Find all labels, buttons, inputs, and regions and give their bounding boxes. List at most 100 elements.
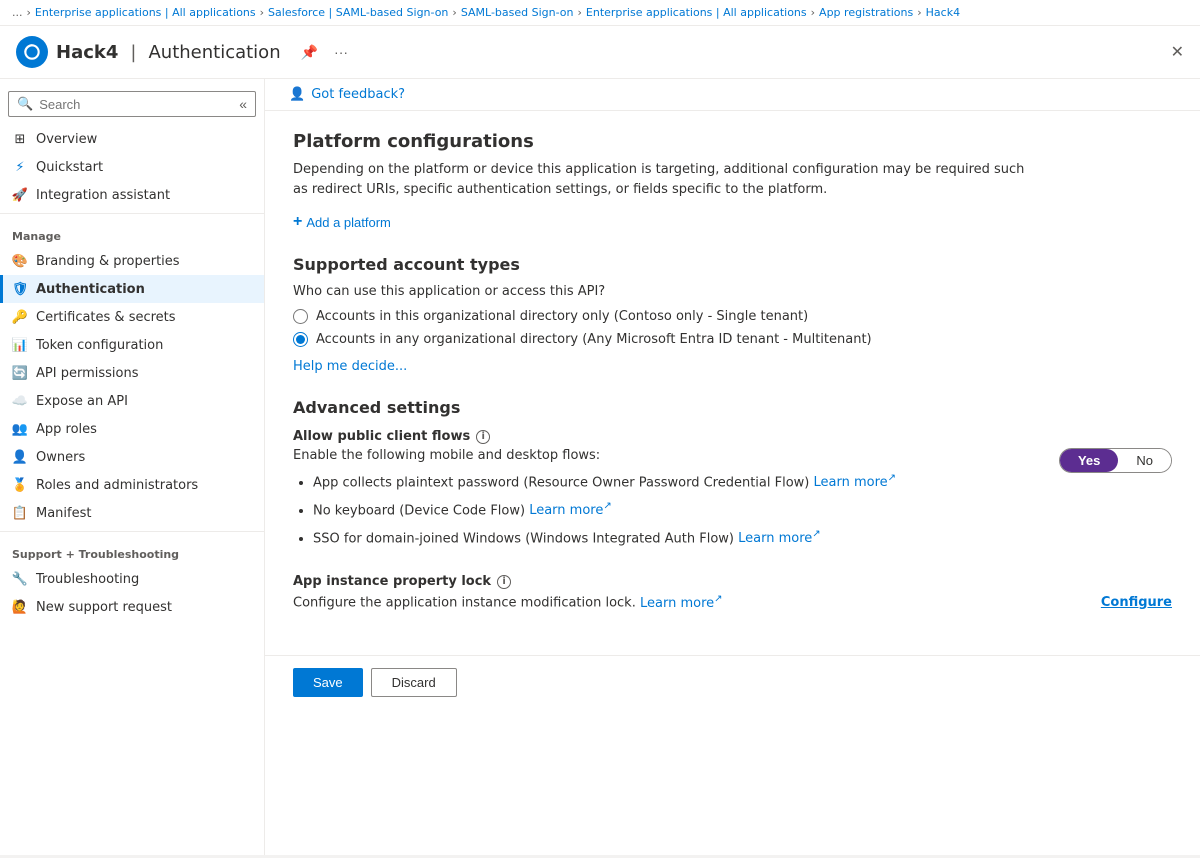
sidebar-item-expose-api[interactable]: ☁️ Expose an API [0,387,264,415]
sidebar-item-label: API permissions [36,366,138,381]
radio-multi-input[interactable] [293,332,308,347]
more-button[interactable]: ··· [330,42,352,63]
sidebar-item-label: Authentication [36,282,145,297]
advanced-settings-title: Advanced settings [293,398,1172,417]
sidebar-item-integration[interactable]: 🚀 Integration assistant [0,181,264,209]
platform-configurations-title: Platform configurations [293,131,1172,152]
lock-info-icon[interactable]: i [497,575,511,589]
bullet-item-2: No keyboard (Device Code Flow) Learn mor… [313,499,896,521]
external-icon-2: ↗ [603,501,611,512]
sidebar-item-branding[interactable]: 🎨 Branding & properties [0,247,264,275]
header-icons: 📌 ··· [297,42,352,63]
bullet-item-3: SSO for domain-joined Windows (Windows I… [313,527,896,549]
radio-multi-tenant[interactable]: Accounts in any organizational directory… [293,332,1172,347]
breadcrumb: ... › Enterprise applications | All appl… [0,0,1200,26]
pin-button[interactable]: 📌 [297,42,322,63]
public-flows-toggle: Yes No [1059,448,1172,473]
bullet-item-1: App collects plaintext password (Resourc… [313,471,896,493]
learn-more-link-2[interactable]: Learn more↗ [529,503,612,518]
feedback-bar[interactable]: 👤 Got feedback? [265,79,1200,111]
breadcrumb-item-4[interactable]: Enterprise applications | All applicatio… [586,6,807,19]
search-box: 🔍 « [8,91,256,117]
lock-external-icon: ↗ [714,593,722,604]
sidebar-item-certificates[interactable]: 🔑 Certificates & secrets [0,303,264,331]
breadcrumb-item-6[interactable]: Hack4 [926,6,960,19]
sidebar-divider-1 [0,213,264,214]
key-icon: 🔑 [12,309,28,325]
public-flows-info-icon[interactable]: i [476,430,490,444]
account-types-question: Who can use this application or access t… [293,284,1172,299]
brush-icon: 🎨 [12,253,28,269]
sidebar-item-api-permissions[interactable]: 🔄 API permissions [0,359,264,387]
breadcrumb-dots[interactable]: ... [12,6,23,19]
search-input[interactable] [39,97,233,112]
person-icon: 👤 [12,449,28,465]
support-section-label: Support + Troubleshooting [0,536,264,565]
configure-link[interactable]: Configure [1101,595,1172,610]
api-icon: 🔄 [12,365,28,381]
learn-more-link-3[interactable]: Learn more↗ [738,531,821,546]
sidebar-item-label: Integration assistant [36,188,170,203]
public-flows-list: App collects plaintext password (Resourc… [293,471,896,548]
sidebar-item-label: Token configuration [36,338,163,353]
app-instance-lock-label: App instance property lock i [293,574,1172,589]
radio-single-label: Accounts in this organizational director… [316,309,808,324]
external-icon-1: ↗ [888,473,896,484]
breadcrumb-item-3[interactable]: SAML-based Sign-on [461,6,574,19]
footer: Save Discard [265,655,1200,709]
app-instance-lock-setting: App instance property lock i Configure t… [293,574,1172,610]
discard-button[interactable]: Discard [371,668,457,697]
main-content: 👤 Got feedback? Platform configurations … [265,79,1200,855]
save-button[interactable]: Save [293,668,363,697]
sidebar-item-label: Troubleshooting [36,572,139,587]
breadcrumb-item-2[interactable]: Salesforce | SAML-based Sign-on [268,6,448,19]
content-area: Platform configurations Depending on the… [265,111,1200,655]
external-icon-3: ↗ [812,529,820,540]
lock-learn-more-link[interactable]: Learn more↗ [640,596,723,611]
lock-desc: Configure the application instance modif… [293,593,1093,610]
sidebar-item-label: New support request [36,600,172,615]
shield-icon: 🛡 [12,281,28,297]
close-button[interactable]: ✕ [1171,42,1184,62]
wrench-icon: 🔧 [12,571,28,587]
search-icon: 🔍 [17,97,33,112]
advanced-settings-section: Advanced settings Allow public client fl… [293,398,1172,611]
lightning-icon: ⚡ [12,159,28,175]
radio-single-input[interactable] [293,309,308,324]
sidebar-item-roles-admin[interactable]: 🏅 Roles and administrators [0,471,264,499]
collapse-button[interactable]: « [239,96,247,112]
page-header: Hack4 | Authentication 📌 ··· ✕ [0,26,1200,79]
sidebar-item-label: Overview [36,132,97,147]
plus-icon: + [293,213,302,231]
header-separator: | [130,42,136,63]
add-platform-button[interactable]: + Add a platform [293,213,391,231]
breadcrumb-item-1[interactable]: Enterprise applications | All applicatio… [35,6,256,19]
platform-configurations-section: Platform configurations Depending on the… [293,131,1172,231]
sidebar-item-label: Owners [36,450,85,465]
main-layout: 🔍 « ⊞ Overview ⚡ Quickstart 🚀 Integratio… [0,79,1200,855]
learn-more-link-1[interactable]: Learn more↗ [814,475,897,490]
toggle-yes-button[interactable]: Yes [1060,449,1118,472]
toggle-no-button[interactable]: No [1118,449,1171,472]
person-badge-icon: 🏅 [12,477,28,493]
sidebar-item-label: Expose an API [36,394,128,409]
app-name: Hack4 [56,42,118,63]
sidebar-item-quickstart[interactable]: ⚡ Quickstart [0,153,264,181]
sidebar-item-token[interactable]: 📊 Token configuration [0,331,264,359]
sidebar-item-owners[interactable]: 👤 Owners [0,443,264,471]
radio-single-tenant[interactable]: Accounts in this organizational director… [293,309,1172,324]
person-support-icon: 🙋 [12,599,28,615]
public-flows-setting: Allow public client flows i Enable the f… [293,429,1172,554]
sidebar-item-manifest[interactable]: 📋 Manifest [0,499,264,527]
sidebar-item-new-support[interactable]: 🙋 New support request [0,593,264,621]
sidebar-item-label: Roles and administrators [36,478,198,493]
grid-icon: ⊞ [12,131,28,147]
sidebar-item-app-roles[interactable]: 👥 App roles [0,415,264,443]
sidebar: 🔍 « ⊞ Overview ⚡ Quickstart 🚀 Integratio… [0,79,265,855]
sidebar-item-troubleshooting[interactable]: 🔧 Troubleshooting [0,565,264,593]
breadcrumb-item-5[interactable]: App registrations [819,6,913,19]
sidebar-item-overview[interactable]: ⊞ Overview [0,125,264,153]
sidebar-item-authentication[interactable]: 🛡 Authentication [0,275,264,303]
feedback-icon: 👤 [289,87,305,102]
help-decide-link[interactable]: Help me decide... [293,359,407,374]
